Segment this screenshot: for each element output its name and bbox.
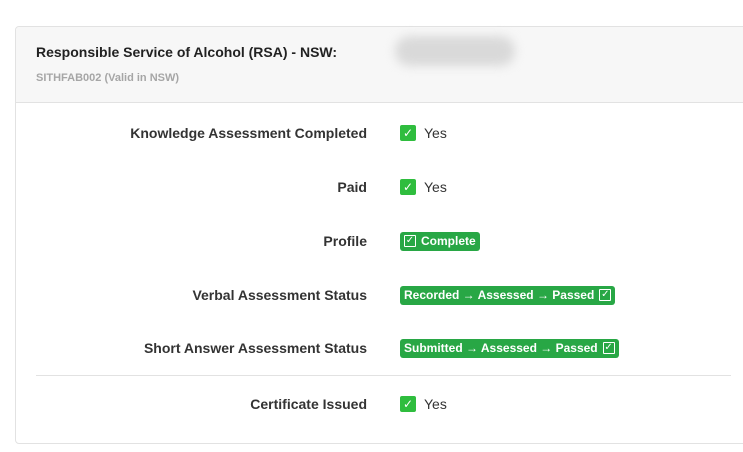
badge-text: Recorded → Assessed → Passed	[404, 288, 595, 302]
row-label: Knowledge Assessment Completed	[130, 125, 367, 141]
row-label: Verbal Assessment Status	[192, 287, 367, 303]
verbal-status-badge: Recorded → Assessed → Passed ✓	[400, 285, 616, 305]
row-label: Certificate Issued	[250, 396, 367, 412]
row-value: Recorded → Assessed → Passed ✓	[400, 285, 616, 305]
row-value: ✓ Yes	[400, 177, 447, 197]
course-code: SITHFAB002 (Valid in NSW)	[36, 72, 180, 84]
card-header: Responsible Service of Alcohol (RSA) - N…	[16, 27, 743, 103]
yes-text: Yes	[424, 396, 447, 412]
row-profile: Profile ✓ Complete	[16, 231, 743, 251]
badge-text: Submitted → Assessed → Passed	[404, 341, 598, 355]
course-card: Responsible Service of Alcohol (RSA) - N…	[15, 26, 743, 444]
yes-text: Yes	[424, 179, 447, 195]
row-value: ✓ Yes	[400, 394, 447, 414]
check-icon: ✓	[400, 179, 416, 195]
row-label: Short Answer Assessment Status	[143, 340, 367, 356]
course-title: Responsible Service of Alcohol (RSA) - N…	[36, 44, 338, 60]
row-label: Profile	[323, 233, 367, 249]
profile-status-badge: ✓ Complete	[400, 231, 480, 251]
row-short-answer-assessment: Short Answer Assessment Status Submitted…	[16, 338, 743, 358]
check-icon: ✓	[599, 289, 612, 301]
row-value: ✓ Yes	[400, 123, 447, 143]
row-value: ✓ Complete	[400, 231, 480, 251]
yes-text: Yes	[424, 125, 447, 141]
row-value: Submitted → Assessed → Passed ✓	[400, 338, 619, 358]
check-icon: ✓	[400, 396, 416, 412]
short-answer-status-badge: Submitted → Assessed → Passed ✓	[400, 338, 619, 358]
check-icon: ✓	[400, 125, 416, 141]
redacted-student-name	[395, 36, 515, 66]
check-icon: ✓	[404, 235, 416, 247]
check-icon: ✓	[602, 342, 615, 354]
badge-text: Complete	[421, 234, 476, 248]
divider	[36, 375, 731, 376]
row-paid: Paid ✓ Yes	[16, 177, 743, 197]
row-label: Paid	[337, 179, 367, 195]
row-verbal-assessment: Verbal Assessment Status Recorded → Asse…	[16, 285, 743, 305]
row-knowledge-assessment: Knowledge Assessment Completed ✓ Yes	[16, 123, 743, 143]
row-certificate-issued: Certificate Issued ✓ Yes	[16, 394, 743, 414]
